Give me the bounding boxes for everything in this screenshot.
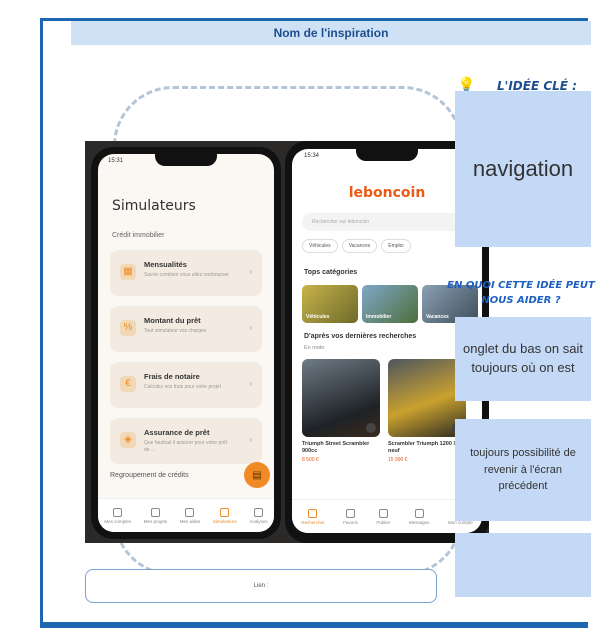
listing-image bbox=[302, 359, 380, 437]
chevron-right-icon: › bbox=[249, 323, 252, 332]
link-field[interactable]: Lien : bbox=[85, 569, 437, 603]
chevron-right-icon: › bbox=[249, 435, 252, 444]
bottom-tab-bar: Rechercher Favoris Publier Messages Mon … bbox=[292, 499, 482, 533]
tab-rechercher[interactable]: Rechercher bbox=[301, 508, 325, 525]
phone-photo: 15:31 Simulateurs Crédit immobilier ▦ Me… bbox=[85, 141, 489, 543]
tab-messages[interactable]: Messages bbox=[409, 508, 429, 525]
tab-mes-projets[interactable]: Mes projets bbox=[144, 507, 167, 524]
phone-simulateurs: 15:31 Simulateurs Crédit immobilier ▦ Me… bbox=[91, 147, 281, 539]
notch bbox=[155, 154, 217, 166]
card-desc: Que faudrait il assurer pour votre prêt … bbox=[144, 440, 228, 453]
benefit-box-empty bbox=[455, 533, 591, 597]
percent-icon: % bbox=[120, 320, 136, 336]
card-title: Mensualités bbox=[144, 260, 187, 269]
card-desc: Tout simulateur vos charges bbox=[144, 328, 207, 334]
home-icon bbox=[220, 507, 230, 517]
section-title: D'après vos dernières recherches bbox=[304, 333, 417, 340]
screen-title: Simulateurs bbox=[112, 198, 196, 214]
listing-card[interactable]: Triumph Street Scrambler 900cc 8 500 € bbox=[302, 359, 380, 463]
section-subtitle: En moto bbox=[304, 345, 325, 351]
tab-analyses[interactable]: Analyses bbox=[249, 507, 268, 524]
chat-fab-button[interactable]: ▤ bbox=[244, 462, 270, 488]
chart-icon bbox=[253, 507, 263, 517]
key-idea-box: navigation bbox=[455, 91, 591, 247]
help-question: EN QUOI CETTE IDÉE PEUT NOUS AIDER ? bbox=[447, 280, 595, 306]
phone-screen: 15:34 leboncoin Rechercher sur leboncoin… bbox=[292, 149, 482, 533]
chevron-right-icon: › bbox=[249, 379, 252, 388]
card-title: Montant du prêt bbox=[144, 316, 201, 325]
status-time: 15:31 bbox=[108, 158, 124, 164]
wallet-icon bbox=[113, 507, 123, 517]
bottom-tab-bar: Mes comptes Mes projets Mes aides Simula… bbox=[98, 498, 274, 532]
tab-publier[interactable]: Publier bbox=[376, 508, 390, 525]
card-title: Frais de notaire bbox=[144, 372, 200, 381]
slide-frame: Nom de l'inspiration 15:31 Simulateurs C… bbox=[40, 18, 595, 628]
page-title: Nom de l'inspiration bbox=[71, 21, 591, 45]
tab-mes-comptes[interactable]: Mes comptes bbox=[104, 507, 131, 524]
shield-icon: ◈ bbox=[120, 432, 136, 448]
card-desc: Savoir combien vous allez rembourser bbox=[144, 272, 230, 278]
folder-icon bbox=[150, 507, 160, 517]
category-tile[interactable]: Immobilier bbox=[362, 285, 418, 323]
benefit-box-1: onglet du bas on sait toujours où on est bbox=[455, 317, 591, 401]
section-title: Tops catégories bbox=[304, 269, 358, 276]
chip-vehicules[interactable]: Véhicules bbox=[302, 239, 338, 253]
message-icon bbox=[414, 508, 424, 518]
section-label: Crédit immobilier bbox=[112, 232, 165, 239]
category-chips: Véhicules Vacances Emploi bbox=[302, 239, 411, 253]
plus-icon bbox=[378, 508, 388, 518]
leboncoin-logo: leboncoin bbox=[348, 185, 426, 201]
euro-icon: € bbox=[120, 376, 136, 392]
heart-icon[interactable] bbox=[366, 423, 376, 433]
footer-label: Regroupement de crédits bbox=[110, 472, 189, 479]
simulator-card[interactable]: ▦ Mensualités Savoir combien vous allez … bbox=[110, 250, 262, 296]
card-desc: Calculez vos frais pour votre projet bbox=[144, 384, 221, 390]
calendar-icon: ▦ bbox=[120, 264, 136, 280]
simulator-card[interactable]: € Frais de notaire Calculez vos frais po… bbox=[110, 362, 262, 408]
chevron-right-icon: › bbox=[249, 267, 252, 276]
help-icon bbox=[185, 507, 195, 517]
simulator-card[interactable]: % Montant du prêt Tout simulateur vos ch… bbox=[110, 306, 262, 352]
chip-emploi[interactable]: Emploi bbox=[381, 239, 411, 253]
search-icon bbox=[308, 508, 318, 518]
notch bbox=[356, 149, 418, 161]
simulator-card[interactable]: ◈ Assurance de prêt Que faudrait il assu… bbox=[110, 418, 262, 464]
search-input[interactable]: Rechercher sur leboncoin bbox=[302, 213, 472, 231]
tab-mes-aides[interactable]: Mes aides bbox=[180, 507, 200, 524]
listing-price: 8 500 € bbox=[302, 457, 319, 464]
status-time: 15:34 bbox=[304, 153, 320, 159]
listing-cards: Triumph Street Scrambler 900cc 8 500 € S… bbox=[302, 359, 466, 463]
listing-title: Triumph Street Scrambler 900cc bbox=[302, 441, 370, 455]
phone-screen: 15:31 Simulateurs Crédit immobilier ▦ Me… bbox=[98, 154, 274, 532]
benefit-box-2: toujours possibilité de revenir à l'écra… bbox=[455, 419, 591, 521]
card-title: Assurance de prêt bbox=[144, 428, 210, 437]
chip-vacances[interactable]: Vacances bbox=[341, 239, 378, 253]
tab-favoris[interactable]: Favoris bbox=[343, 508, 358, 525]
category-tile[interactable]: Véhicules bbox=[302, 285, 358, 323]
heart-icon bbox=[345, 508, 355, 518]
tab-simulateurs[interactable]: Simulateurs bbox=[213, 507, 237, 524]
